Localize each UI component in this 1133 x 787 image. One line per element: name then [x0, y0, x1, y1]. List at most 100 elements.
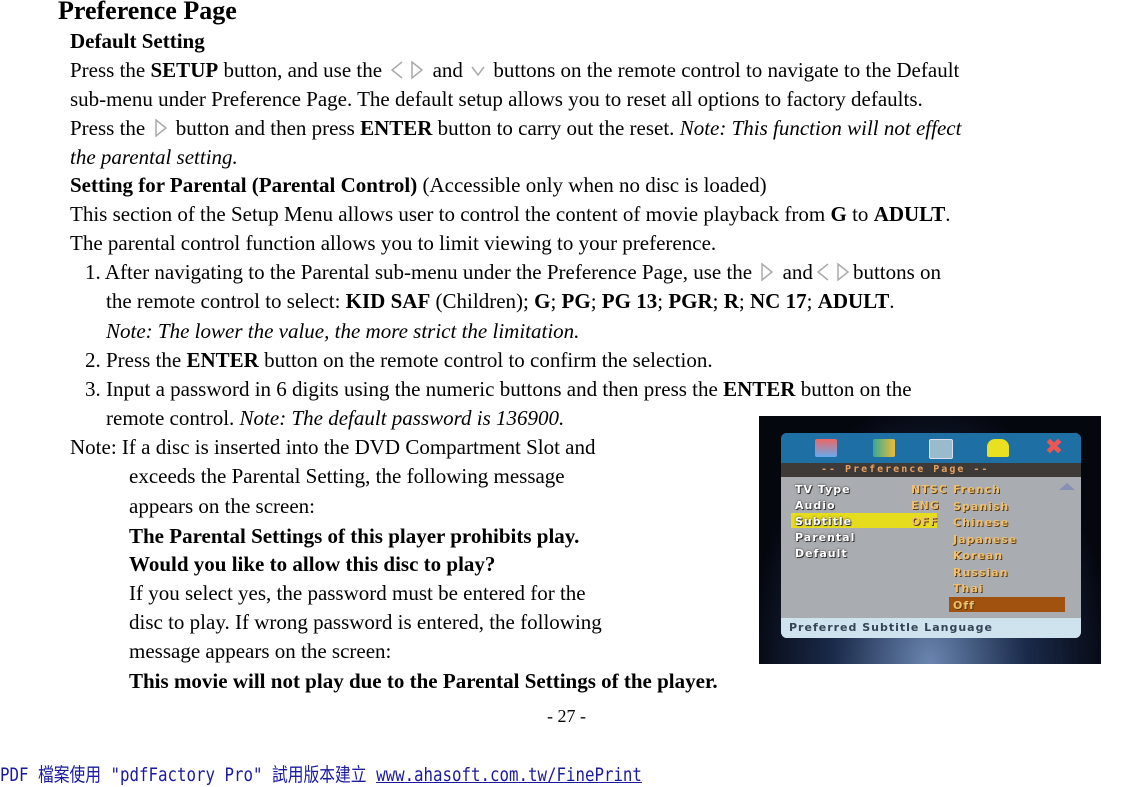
- bold-text: G: [830, 202, 847, 226]
- bold-text: ENTER: [723, 377, 796, 401]
- exit-icon: ✖: [1044, 435, 1064, 460]
- lock-icon: [987, 439, 1009, 457]
- right-arrow-icon: [154, 118, 168, 138]
- text-run: sub-menu under Preference Page. The defa…: [70, 87, 923, 111]
- text-run: Note: If a disc is inserted into the DVD…: [70, 435, 596, 459]
- osd-panel: ✖ -- Preference Page -- TV Type NTSC Audio…: [781, 433, 1081, 638]
- text-run: .: [889, 289, 895, 313]
- text-run: (Accessible only when no disc is loaded): [417, 173, 767, 197]
- text-run: and: [427, 58, 469, 82]
- text-run: .: [945, 202, 951, 226]
- pdf-footer: PDF 檔案使用 "pdfFactory Pro" 試用版本建立 www.aha…: [0, 760, 642, 787]
- bold-text: ADULT: [817, 289, 890, 313]
- bold-text: ENTER: [186, 348, 259, 372]
- preference-icon: [929, 439, 953, 459]
- text-line: The parental control function allows you…: [70, 231, 716, 255]
- text-line: appears on the screen:: [129, 494, 315, 518]
- text-run: button to carry out the reset.: [432, 116, 680, 140]
- left-arrow-icon: [390, 60, 404, 80]
- osd-option[interactable]: Thai: [953, 582, 984, 595]
- text-run: If you select yes, the password must be …: [129, 581, 586, 605]
- footer-link[interactable]: www.ahasoft.com.tw/FinePrint: [376, 764, 642, 786]
- osd-footer: Preferred Subtitle Language: [781, 618, 1081, 638]
- text-run: button on the remote control to confirm …: [258, 348, 713, 372]
- footer-text: PDF 檔案使用 "pdfFactory Pro" 試用版本建立: [0, 764, 377, 786]
- left-arrow-icon: [816, 262, 830, 282]
- italic-text: Note: This function will not effect: [679, 116, 962, 140]
- text-run: ;: [590, 289, 602, 313]
- text-line: Setting for Parental (Parental Control) …: [70, 173, 767, 197]
- bold-text: R: [723, 289, 739, 313]
- osd-menu-value: NTSC: [911, 483, 948, 496]
- bold-text: ENTER: [360, 116, 433, 140]
- osd-menu-value: OFF: [911, 515, 939, 528]
- osd-option[interactable]: Russian: [953, 566, 1008, 579]
- section-title: Preference Page: [58, 0, 237, 25]
- text-run: Press the: [70, 116, 151, 140]
- text-run: ;: [738, 289, 750, 313]
- text-line: exceeds the Parental Setting, the follow…: [129, 464, 565, 488]
- text-run: appears on the screen:: [129, 494, 315, 518]
- text-run: 1. After navigating to the Parental sub-…: [85, 260, 758, 284]
- text-run: exceeds the Parental Setting, the follow…: [129, 464, 565, 488]
- osd-page-header: -- Preference Page --: [781, 463, 1081, 477]
- osd-option[interactable]: Chinese: [953, 516, 1009, 529]
- text-line: This section of the Setup Menu allows us…: [70, 202, 951, 226]
- text-line: Default Setting: [70, 29, 205, 53]
- text-line: If you select yes, the password must be …: [129, 581, 586, 605]
- text-run: button on the: [795, 377, 912, 401]
- text-run: button, and use the: [218, 58, 388, 82]
- osd-option[interactable]: French: [953, 483, 1001, 496]
- bold-text: G: [534, 289, 551, 313]
- italic-text: Note: The default password is 136900.: [239, 406, 565, 430]
- text-run: disc to play. If wrong password is enter…: [129, 610, 602, 634]
- right-arrow-icon: [760, 262, 774, 282]
- osd-option[interactable]: Japanese: [953, 533, 1017, 546]
- osd-menu-item[interactable]: Default: [795, 547, 848, 560]
- bold-text: SETUP: [150, 58, 219, 82]
- bold-text: The Parental Settings of this player pro…: [129, 524, 580, 548]
- bold-text: PG: [561, 289, 591, 313]
- text-line: Note: The lower the value, the more stri…: [106, 319, 579, 343]
- text-run: the remote control to select:: [106, 289, 346, 313]
- text-line: the parental setting.: [70, 145, 238, 169]
- bold-text: ADULT: [873, 202, 946, 226]
- osd-option[interactable]: Korean: [953, 549, 1003, 562]
- text-run: 2. Press the: [85, 348, 187, 372]
- text-run: ;: [657, 289, 669, 313]
- osd-menu-item[interactable]: TV Type: [795, 483, 851, 496]
- text-line: the remote control to select: KID SAF (C…: [106, 289, 895, 313]
- text-line: Would you like to allow this disc to pla…: [129, 552, 495, 576]
- bold-text: Default Setting: [70, 29, 205, 53]
- text-run: buttons on the remote control to navigat…: [488, 58, 960, 82]
- text-line: disc to play. If wrong password is enter…: [129, 610, 602, 634]
- italic-text: Note: The lower the value, the more stri…: [106, 319, 580, 343]
- osd-menu-value: ENG: [911, 499, 940, 512]
- text-line: sub-menu under Preference Page. The defa…: [70, 87, 923, 111]
- text-run: remote control.: [106, 406, 240, 430]
- osd-menu-item[interactable]: Audio: [795, 499, 836, 512]
- osd-menu-item[interactable]: Parental: [795, 531, 855, 544]
- bold-text: Setting for Parental (Parental Control): [70, 173, 418, 197]
- text-run: button and then press: [170, 116, 361, 140]
- text-line: message appears on the screen:: [129, 639, 391, 663]
- page-number: - 27 -: [547, 706, 586, 726]
- osd-icon-bar: ✖: [781, 433, 1081, 463]
- osd-option[interactable]: Off: [953, 599, 975, 612]
- italic-text: the parental setting.: [70, 145, 238, 169]
- text-run: This section of the Setup Menu allows us…: [70, 202, 831, 226]
- bold-text: NC 17: [750, 289, 807, 313]
- text-run: ;: [806, 289, 818, 313]
- text-run: and: [777, 260, 813, 284]
- text-line: This movie will not play due to the Pare…: [129, 669, 718, 693]
- osd-menu-screenshot: ✖ -- Preference Page -- TV Type NTSC Audio…: [759, 416, 1101, 664]
- bold-text: PG 13: [601, 289, 658, 313]
- text-run: Press the: [70, 58, 151, 82]
- osd-menu-item[interactable]: Subtitle: [795, 515, 852, 528]
- osd-option[interactable]: Spanish: [953, 500, 1009, 513]
- audio-setup-icon: [873, 439, 895, 457]
- text-line: Note: If a disc is inserted into the DVD…: [70, 435, 596, 459]
- text-run: (Children);: [430, 289, 535, 313]
- scroll-up-icon: [1059, 483, 1075, 490]
- right-arrow-icon: [836, 262, 850, 282]
